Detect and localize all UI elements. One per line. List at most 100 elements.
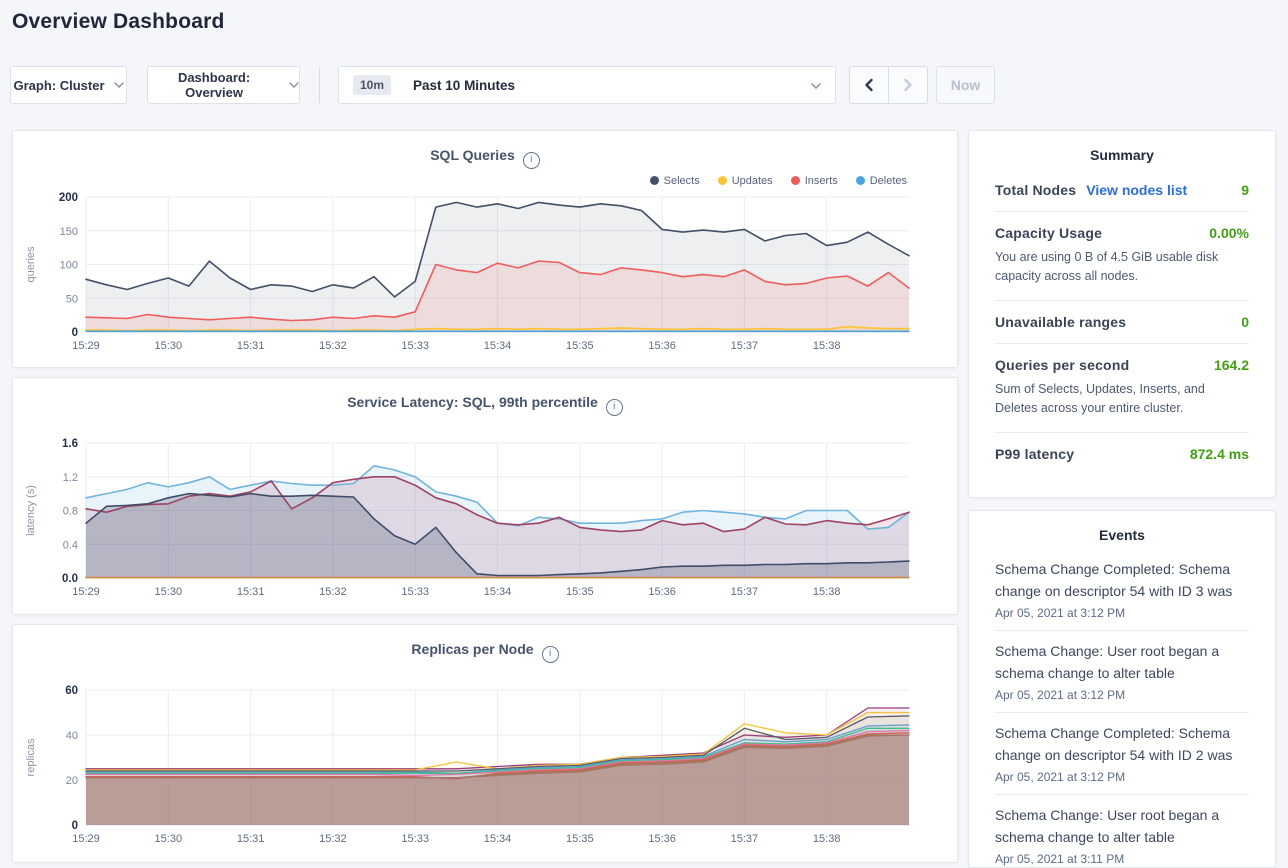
info-icon[interactable]: i bbox=[542, 646, 559, 663]
y-axis-tick-label: 0 bbox=[72, 327, 78, 339]
info-icon[interactable]: i bbox=[606, 399, 623, 416]
legend-label: Updates bbox=[732, 175, 773, 187]
time-range-badge: 10m bbox=[353, 75, 391, 95]
x-axis-tick-label: 15:32 bbox=[319, 340, 347, 352]
service-latency-card: Service Latency: SQL, 99th percentile i 1… bbox=[12, 377, 958, 615]
x-axis-tick-label: 15:29 bbox=[72, 833, 100, 845]
x-axis-tick-label: 15:38 bbox=[813, 833, 841, 845]
graph-dropdown[interactable]: Graph: Cluster bbox=[10, 66, 127, 104]
y-axis-tick-label: 50 bbox=[66, 293, 78, 305]
chevron-left-icon bbox=[862, 78, 876, 92]
prev-range-button[interactable] bbox=[850, 67, 888, 103]
event-timestamp: Apr 05, 2021 at 3:11 PM bbox=[995, 852, 1249, 866]
overview-dashboard-page: Overview Dashboard Graph: Cluster Dashbo… bbox=[0, 0, 1288, 868]
y-axis-label: latency (s) bbox=[25, 485, 37, 536]
summary-rows: Total NodesView nodes list9Capacity Usag… bbox=[995, 169, 1249, 475]
y-axis-tick-label: 150 bbox=[60, 226, 78, 238]
chart-title-row: SQL Queries i bbox=[13, 147, 957, 169]
toolbar-divider bbox=[319, 67, 320, 103]
legend-item[interactable]: Selects bbox=[650, 175, 700, 187]
events-list: Schema Change Completed: Schema change o… bbox=[995, 549, 1249, 868]
summary-desc: You are using 0 B of 4.5 GiB usable disk… bbox=[995, 248, 1249, 287]
summary-value: 164.2 bbox=[1214, 357, 1249, 373]
legend-label: Deletes bbox=[870, 175, 907, 187]
next-range-button[interactable] bbox=[888, 67, 927, 103]
event-timestamp: Apr 05, 2021 at 3:12 PM bbox=[995, 688, 1249, 702]
sql-legend: Selects Updates Inserts Deletes bbox=[650, 175, 907, 187]
replicas-per-node-chart[interactable]: 15:2915:3015:3115:3215:3315:3415:3515:36… bbox=[13, 673, 959, 848]
x-axis-tick-label: 15:29 bbox=[72, 340, 100, 352]
summary-label: Capacity Usage bbox=[995, 225, 1102, 241]
event-timestamp: Apr 05, 2021 at 3:12 PM bbox=[995, 606, 1249, 620]
summary-desc: Sum of Selects, Updates, Inserts, and De… bbox=[995, 380, 1249, 419]
y-axis-tick-label: 0 bbox=[72, 820, 78, 832]
summary-value: 0.00% bbox=[1209, 225, 1249, 241]
x-axis-tick-label: 15:32 bbox=[319, 586, 347, 598]
x-axis-tick-label: 15:33 bbox=[401, 586, 429, 598]
y-axis-tick-label: 20 bbox=[66, 775, 78, 787]
events-panel: Events Schema Change Completed: Schema c… bbox=[968, 510, 1276, 868]
legend-item[interactable]: Inserts bbox=[791, 175, 838, 187]
event-item[interactable]: Schema Change: User root began a schema … bbox=[995, 794, 1249, 868]
legend-label: Inserts bbox=[805, 175, 838, 187]
y-axis-tick-label: 1.6 bbox=[62, 438, 78, 450]
event-item[interactable]: Schema Change Completed: Schema change o… bbox=[995, 549, 1249, 630]
x-axis-tick-label: 15:38 bbox=[813, 586, 841, 598]
sql-queries-card: SQL Queries i Selects Updates Inserts Delete… bbox=[12, 130, 958, 368]
y-axis-tick-label: 100 bbox=[60, 260, 78, 272]
legend-label: Selects bbox=[664, 175, 700, 187]
x-axis-tick-label: 15:36 bbox=[648, 833, 676, 845]
chevron-right-icon bbox=[901, 78, 915, 92]
x-axis-tick-label: 15:37 bbox=[731, 340, 759, 352]
summary-row: P99 latency 872.4 ms bbox=[995, 432, 1249, 475]
sql-queries-chart[interactable]: 15:2915:3015:3115:3215:3315:3415:3515:36… bbox=[13, 189, 959, 361]
x-axis-tick-label: 15:33 bbox=[401, 340, 429, 352]
chevron-down-icon bbox=[811, 83, 821, 89]
event-item[interactable]: Schema Change: User root began a schema … bbox=[995, 630, 1249, 712]
summary-label: Unavailable ranges bbox=[995, 314, 1126, 330]
x-axis-tick-label: 15:35 bbox=[566, 586, 594, 598]
summary-title: Summary bbox=[995, 131, 1249, 169]
time-range-picker[interactable]: 10m Past 10 Minutes bbox=[338, 66, 836, 104]
x-axis-tick-label: 15:33 bbox=[401, 833, 429, 845]
y-axis-label: replicas bbox=[25, 738, 37, 776]
summary-label: P99 latency bbox=[995, 446, 1074, 462]
events-title: Events bbox=[995, 511, 1249, 549]
x-axis-tick-label: 15:36 bbox=[648, 340, 676, 352]
service-latency-chart[interactable]: 15:2915:3015:3115:3215:3315:3415:3515:36… bbox=[13, 426, 959, 601]
x-axis-tick-label: 15:36 bbox=[648, 586, 676, 598]
legend-item[interactable]: Deletes bbox=[856, 175, 907, 187]
y-axis-tick-label: 40 bbox=[66, 730, 78, 742]
x-axis-tick-label: 15:35 bbox=[566, 833, 594, 845]
x-axis-tick-label: 15:38 bbox=[813, 340, 841, 352]
graph-dropdown-label: Graph: Cluster bbox=[13, 78, 104, 93]
summary-label: Queries per second bbox=[995, 357, 1129, 373]
summary-value: 872.4 ms bbox=[1190, 446, 1249, 462]
chart-title: SQL Queries bbox=[430, 147, 515, 163]
info-icon[interactable]: i bbox=[523, 152, 540, 169]
event-timestamp: Apr 05, 2021 at 3:12 PM bbox=[995, 770, 1249, 784]
event-item[interactable]: Schema Change Completed: Schema change o… bbox=[995, 712, 1249, 794]
summary-panel: Summary Total NodesView nodes list9Capac… bbox=[968, 130, 1276, 498]
view-nodes-link[interactable]: View nodes list bbox=[1086, 182, 1187, 198]
toolbar: Graph: Cluster Dashboard: Overview 10m P… bbox=[0, 66, 1288, 104]
now-button[interactable]: Now bbox=[936, 66, 995, 104]
summary-row: Total NodesView nodes list9 bbox=[995, 169, 1249, 211]
page-title: Overview Dashboard bbox=[12, 10, 225, 34]
summary-value: 9 bbox=[1241, 182, 1249, 198]
summary-value: 0 bbox=[1241, 314, 1249, 330]
event-text: Schema Change Completed: Schema change o… bbox=[995, 723, 1249, 766]
x-axis-tick-label: 15:29 bbox=[72, 586, 100, 598]
x-axis-tick-label: 15:34 bbox=[484, 833, 512, 845]
y-axis-tick-label: 200 bbox=[59, 192, 78, 204]
chart-title: Service Latency: SQL, 99th percentile bbox=[347, 394, 598, 410]
x-axis-tick-label: 15:35 bbox=[566, 340, 594, 352]
event-text: Schema Change: User root began a schema … bbox=[995, 805, 1249, 848]
y-axis-tick-label: 0.4 bbox=[63, 539, 78, 551]
x-axis-tick-label: 15:34 bbox=[484, 340, 512, 352]
x-axis-tick-label: 15:34 bbox=[484, 586, 512, 598]
dashboard-dropdown[interactable]: Dashboard: Overview bbox=[147, 66, 300, 104]
legend-item[interactable]: Updates bbox=[718, 175, 773, 187]
x-axis-tick-label: 15:30 bbox=[155, 833, 183, 845]
x-axis-tick-label: 15:30 bbox=[155, 340, 183, 352]
